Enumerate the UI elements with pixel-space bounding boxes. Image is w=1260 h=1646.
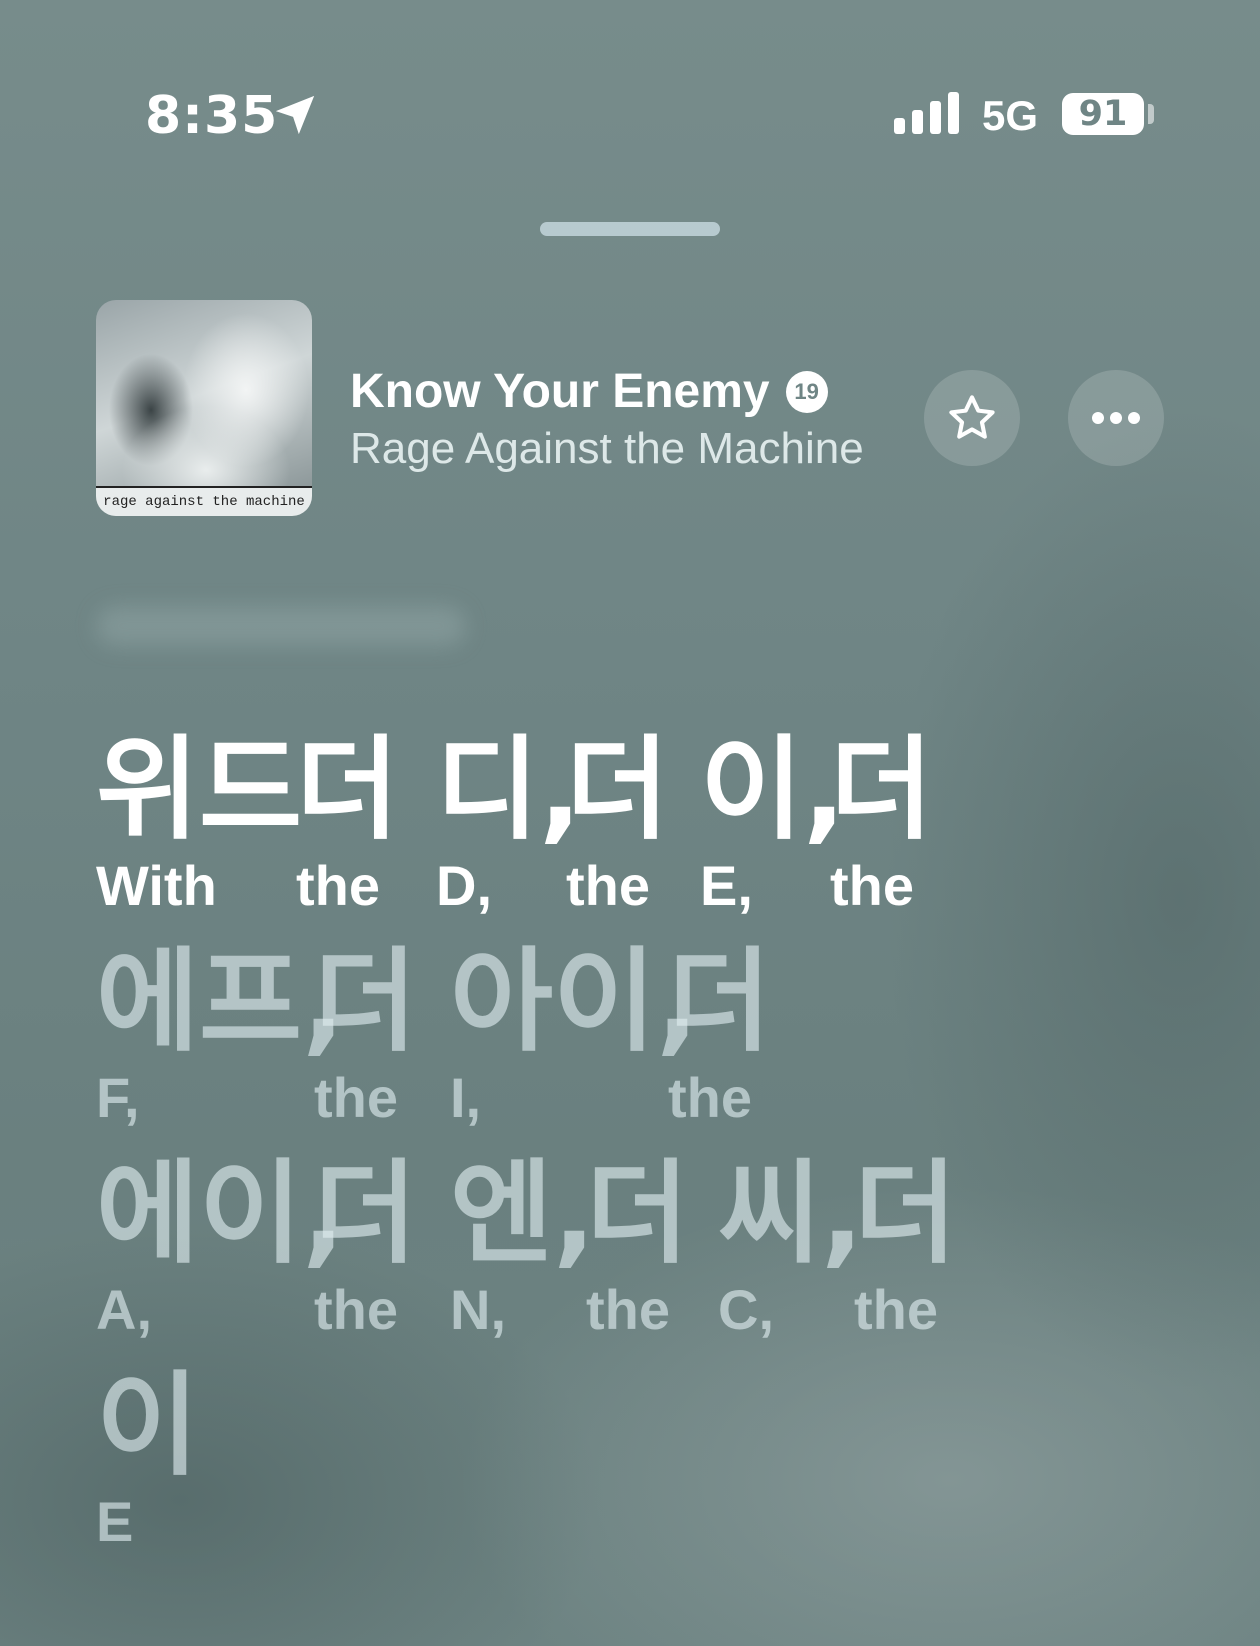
age-rating-badge: 19 [785,370,828,413]
lyric-word: 디, D, [436,730,582,918]
status-time: 8:35 [145,86,279,146]
lyric-word: 위드 With [96,730,302,918]
lyric-romanization: A, [96,1278,152,1341]
album-artwork[interactable]: rage against the machine [96,300,312,516]
lyric-word: 아이, I, [450,942,699,1130]
lyric-romanization: the [586,1278,670,1341]
lyric-word: 이, E, [700,730,846,918]
battery-icon: 91 [1062,93,1144,135]
star-icon [949,395,995,439]
lyric-korean: 이, [700,725,846,855]
lyric-word: 더 the [854,1154,957,1342]
lyric-romanization: E [96,1490,134,1553]
lyric-word: 에프, F, [96,942,345,1130]
lyric-korean: 에프, [96,937,345,1067]
lyric-romanization: the [566,854,650,917]
lyric-word: 씨, C, [718,1154,864,1342]
lyric-romanization: D, [436,854,492,917]
lyric-korean: 에이, [96,1149,345,1279]
sheet-grabber[interactable] [540,222,720,236]
song-title[interactable]: Know Your Enemy [350,364,770,419]
lyric-romanization: the [668,1066,752,1129]
lyric-romanization: F, [96,1066,140,1129]
lyric-korean: 더 [296,725,400,855]
lyric-word: 더 the [668,942,771,1130]
lyrics-container: 위드 With 더 the 디, D, 더 the 이, E, 더 the 에프… [96,730,1196,1578]
more-icon [1092,412,1140,424]
lyric-romanization: the [854,1278,938,1341]
lyric-word: 엔, N, [450,1154,596,1342]
lyric-korean: 이 [96,1361,200,1491]
battery-level: 91 [1078,94,1128,134]
lyric-word: 이 E [96,1366,199,1554]
lyric-korean: 더 [830,725,934,855]
lyric-romanization: the [314,1066,398,1129]
lyric-korean: 씨, [718,1149,864,1279]
lyric-korean: 위드 [96,725,303,855]
lyric-line[interactable]: 위드 With 더 the 디, D, 더 the 이, E, 더 the [96,730,1196,942]
lyric-word: 더 the [296,730,399,918]
lyric-word: 더 the [314,1154,417,1342]
lyric-romanization: C, [718,1278,774,1341]
status-bar: 8:35 5G 91 [0,0,1260,230]
lyric-korean: 더 [314,937,418,1067]
lyric-line[interactable]: 이 E [96,1366,1196,1578]
lyric-romanization: the [296,854,380,917]
favorite-button[interactable] [924,370,1020,466]
lyric-romanization: I, [450,1066,482,1129]
lyric-korean: 디, [436,725,582,855]
lyric-romanization: E, [700,854,753,917]
lyric-romanization: With [96,854,217,917]
artist-name[interactable]: Rage Against the Machine [350,424,864,474]
lyric-korean: 더 [854,1149,958,1279]
lyric-korean: 더 [668,937,772,1067]
lyric-word: 더 the [830,730,933,918]
lyric-romanization: N, [450,1278,506,1341]
lyric-word: 더 the [566,730,669,918]
lyric-word: 더 the [314,942,417,1130]
cellular-signal-icon [894,92,959,134]
lyric-korean: 더 [566,725,670,855]
battery-cap [1148,104,1154,124]
lyric-korean: 더 [586,1149,690,1279]
lyric-romanization: the [830,854,914,917]
more-button[interactable] [1068,370,1164,466]
lyric-romanization: the [314,1278,398,1341]
song-title-row: Know Your Enemy 19 [350,364,828,419]
lyric-word: 더 the [586,1154,689,1342]
lyric-korean: 아이, [450,937,699,1067]
blurred-previous-lyric [96,606,466,646]
lyric-word: 에이, A, [96,1154,345,1342]
lyric-line[interactable]: 에프, F, 더 the 아이, I, 더 the [96,942,1196,1154]
location-arrow-icon [275,95,315,135]
lyric-korean: 더 [314,1149,418,1279]
lyric-line[interactable]: 에이, A, 더 the 엔, N, 더 the 씨, C, 더 the [96,1154,1196,1366]
album-art-text: rage against the machine [96,486,312,516]
network-type: 5G [982,92,1039,139]
lyric-korean: 엔, [450,1149,596,1279]
